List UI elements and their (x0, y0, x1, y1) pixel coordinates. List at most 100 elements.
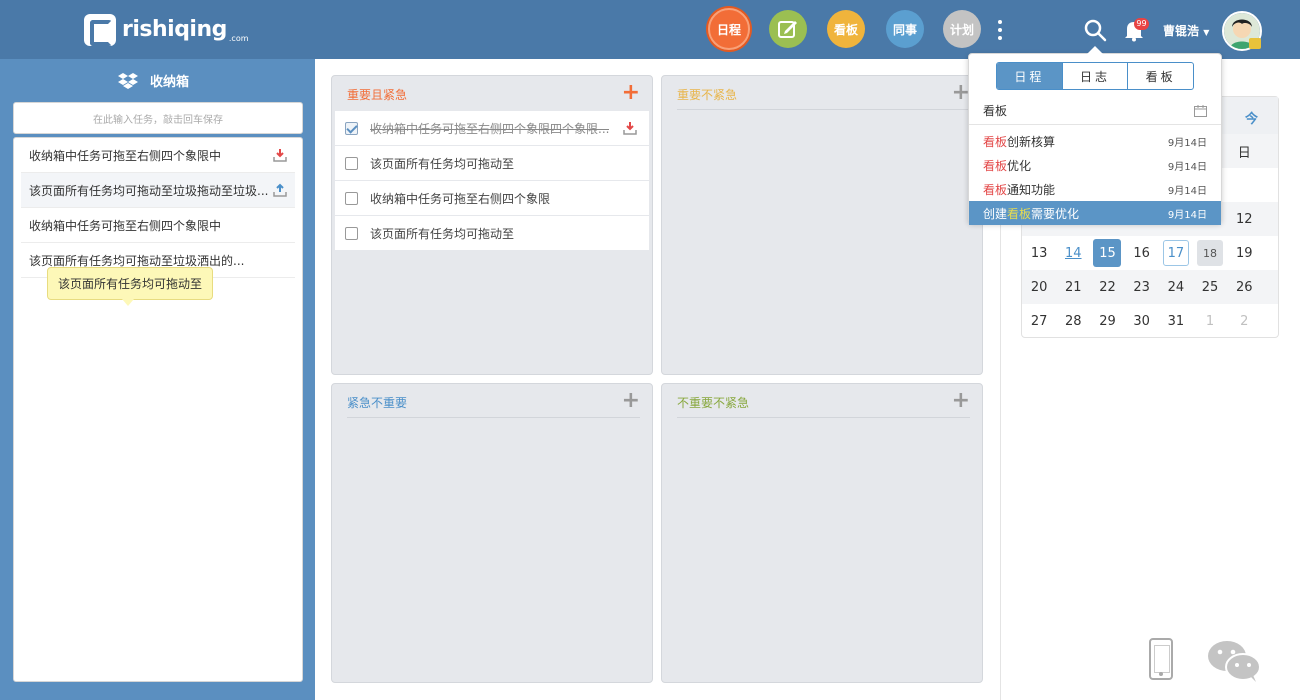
calendar-row: 27 28 29 30 31 1 2 (1022, 304, 1278, 338)
inbox-title: 收纳箱 (150, 75, 190, 90)
brand-logo[interactable]: rishiqing .com (84, 12, 249, 46)
calendar-day[interactable]: 24 (1159, 270, 1193, 304)
list-item[interactable]: 收纳箱中任务可拖至右侧四个象限中 (21, 208, 295, 243)
tab-journal[interactable]: 日志 (1061, 63, 1128, 89)
list-item[interactable]: 收纳箱中任务可拖至右侧四个象限中 (21, 138, 295, 173)
inbox-item-text: 该页面所有任务均可拖动至垃圾洒出的... (29, 253, 245, 268)
inbox-sidebar: 收纳箱 在此输入任务，敲击回车保存 收纳箱中任务可拖至右侧四个象限中 该页面所有… (0, 59, 315, 700)
calendar-day[interactable]: 22 (1090, 270, 1124, 304)
task-checkbox[interactable] (345, 226, 358, 240)
quadrant-urgent-not-important[interactable]: 紧急不重要 + (331, 383, 653, 683)
calendar-day[interactable]: 31 (1159, 304, 1193, 338)
result-date: 9月14日 (1167, 209, 1207, 221)
quadrant-header: 紧急不重要 + (347, 390, 640, 418)
calendar-small-icon[interactable] (1194, 104, 1207, 117)
nav-plan-button[interactable]: 计划 (943, 10, 981, 48)
calendar-day[interactable]: 15 (1090, 236, 1124, 270)
username-label: 曹锟浩 (1163, 24, 1200, 38)
search-input[interactable]: 看板 (969, 97, 1221, 125)
table-row[interactable]: 收纳箱中任务可拖至右侧四个象限 (335, 181, 649, 216)
calendar-day[interactable]: 14 (1056, 236, 1090, 270)
add-task-plus-icon[interactable]: + (622, 390, 640, 412)
search-result-item[interactable]: 看板优化 9月14日 (969, 153, 1221, 177)
calendar-day[interactable]: 27 (1022, 304, 1056, 338)
quadrant-not-important-not-urgent[interactable]: 不重要不紧急 + (661, 383, 983, 683)
inbox-item-text: 收纳箱中任务可拖至右侧四个象限中 (29, 148, 222, 163)
calendar-day-label: 15 (1093, 239, 1122, 267)
quadrant-header: 重要且紧急 + (347, 82, 640, 110)
task-text: 该页面所有任务均可拖动至 (370, 156, 515, 171)
calendar-day[interactable]: 12 (1227, 202, 1261, 236)
more-menu-icon[interactable] (993, 20, 1007, 40)
download-icon[interactable] (623, 121, 637, 135)
search-result-item[interactable]: 创建看板需要优化 9月14日 (969, 201, 1221, 225)
calendar-day[interactable]: 1 (1193, 304, 1227, 338)
calendar-day[interactable]: 2 (1227, 304, 1261, 338)
today-button[interactable]: 今 (1245, 108, 1258, 127)
calendar-day[interactable]: 日 (1227, 134, 1261, 168)
tab-kanban[interactable]: 看板 (1127, 63, 1193, 89)
calendar-day-label: 14 (1065, 245, 1082, 261)
vip-badge-icon (1249, 38, 1261, 49)
quadrant-important-not-urgent[interactable]: 重要不紧急 + (661, 75, 983, 375)
quadrant-title: 重要且紧急 (347, 88, 408, 102)
calendar-day[interactable]: 21 (1056, 270, 1090, 304)
inbox-task-input[interactable]: 在此输入任务，敲击回车保存 (13, 102, 303, 134)
task-text: 收纳箱中任务可拖至右侧四个象限四个象限... (370, 121, 610, 136)
user-menu[interactable]: 曹锟浩 ▼ (1163, 22, 1209, 39)
calendar-day[interactable]: 20 (1022, 270, 1056, 304)
task-checkbox[interactable] (345, 156, 358, 170)
add-task-plus-icon[interactable]: + (622, 82, 640, 104)
table-row[interactable]: 收纳箱中任务可拖至右侧四个象限四个象限... (335, 111, 649, 146)
list-item[interactable]: 该页面所有任务均可拖动至垃圾拖动至垃圾... (21, 173, 295, 208)
notification-badge: 99 (1134, 18, 1149, 30)
calendar-day[interactable]: 30 (1125, 304, 1159, 338)
inbox-item-text: 该页面所有任务均可拖动至垃圾拖动至垃圾... (29, 183, 269, 198)
calendar-day[interactable]: 23 (1125, 270, 1159, 304)
tab-schedule[interactable]: 日程 (997, 63, 1062, 89)
quadrant-title: 重要不紧急 (677, 88, 738, 102)
edit-note-icon (778, 21, 797, 38)
nav-kanban-button[interactable]: 看板 (827, 10, 865, 48)
quadrant-task-list: 收纳箱中任务可拖至右侧四个象限四个象限... 该页面所有任务均可拖动至 收纳箱中… (335, 111, 649, 251)
wechat-icon[interactable] (1207, 639, 1261, 683)
logo-mark-icon (84, 14, 116, 46)
calendar-day[interactable]: 29 (1090, 304, 1124, 338)
nav-colleague-button[interactable]: 同事 (886, 10, 924, 48)
result-date: 9月14日 (1167, 161, 1207, 173)
table-row[interactable]: 该页面所有任务均可拖动至 (335, 146, 649, 181)
nav-note-button[interactable] (769, 10, 807, 48)
calendar-day[interactable]: 28 (1056, 304, 1090, 338)
result-title: 看板创新核算 (983, 134, 1056, 149)
inbox-input-placeholder: 在此输入任务，敲击回车保存 (93, 114, 223, 126)
download-icon[interactable] (273, 148, 287, 162)
search-scope-tabs: 日程 日志 看板 (996, 62, 1194, 90)
task-checkbox[interactable] (345, 191, 358, 205)
result-date: 9月14日 (1167, 185, 1207, 197)
task-text: 收纳箱中任务可拖至右侧四个象限 (370, 191, 551, 206)
result-title: 创建看板需要优化 (983, 206, 1080, 221)
search-result-item[interactable]: 看板通知功能 9月14日 (969, 177, 1221, 201)
calendar-day[interactable]: 18 (1193, 236, 1227, 270)
table-row[interactable]: 该页面所有任务均可拖动至 (335, 216, 649, 251)
calendar-day[interactable]: 26 (1227, 270, 1261, 304)
calendar-day[interactable]: 13 (1022, 236, 1056, 270)
task-checkbox[interactable] (345, 121, 358, 135)
calendar-day-label: 17 (1162, 240, 1189, 266)
mobile-phone-icon[interactable] (1149, 638, 1173, 680)
calendar-day[interactable]: 16 (1125, 236, 1159, 270)
search-result-item[interactable]: 看板创新核算 9月14日 (969, 129, 1221, 153)
calendar-day[interactable]: 19 (1227, 236, 1261, 270)
calendar-row: 20 21 22 23 24 25 26 (1022, 270, 1278, 304)
calendar-day[interactable]: 25 (1193, 270, 1227, 304)
search-icon[interactable] (1083, 18, 1107, 42)
quadrant-header: 不重要不紧急 + (677, 390, 970, 418)
nav-schedule-button[interactable]: 日程 (708, 8, 750, 50)
upload-icon[interactable] (273, 183, 287, 197)
quadrant-title: 不重要不紧急 (677, 396, 750, 410)
calendar-day[interactable]: 17 (1159, 236, 1193, 270)
quadrant-important-urgent[interactable]: 重要且紧急 + 收纳箱中任务可拖至右侧四个象限四个象限... 该页面所有任务均可… (331, 75, 653, 375)
add-task-plus-icon[interactable]: + (952, 390, 970, 412)
dropbox-box-icon (118, 72, 138, 89)
quadrant-title: 紧急不重要 (347, 396, 408, 410)
